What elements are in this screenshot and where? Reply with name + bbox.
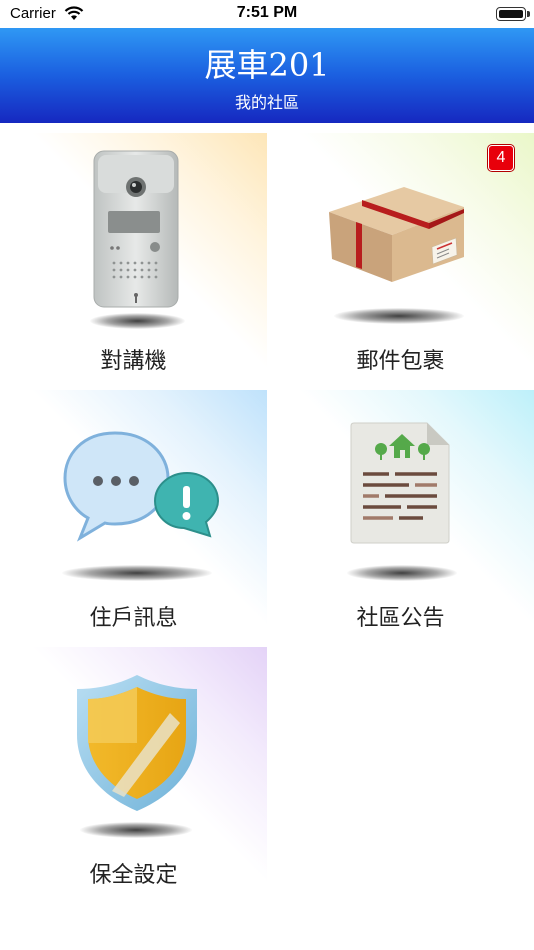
package-icon (329, 187, 464, 282)
intercom-icon (93, 150, 179, 308)
menu-item-community-announcement[interactable]: 社區公告 (267, 390, 534, 647)
shield-icon (77, 675, 197, 811)
announcement-document-icon (350, 422, 450, 544)
page-title: 展車201 (204, 46, 330, 84)
icon-shadow (90, 313, 185, 329)
clock: 7:51 PM (236, 4, 298, 21)
icon-shadow (80, 822, 192, 838)
menu-item-intercom[interactable]: 對講機 (0, 133, 267, 390)
menu-item-label: 保全設定 (89, 863, 178, 888)
menu-item-label: 對講機 (100, 349, 167, 374)
chat-bubbles-icon (63, 431, 220, 542)
notification-badge: 4 (488, 145, 514, 171)
battery-icon (496, 7, 530, 21)
menu-item-label: 住戶訊息 (89, 606, 178, 631)
header: 展車201 我的社區 (0, 28, 534, 123)
menu-item-label: 郵件包裹 (356, 349, 445, 374)
menu-item-security-settings[interactable]: 保全設定 (0, 647, 267, 904)
icon-shadow (62, 565, 212, 581)
icon-shadow (347, 565, 457, 581)
menu-item-resident-messages[interactable]: 住戶訊息 (0, 390, 267, 647)
page-subtitle: 我的社區 (234, 93, 299, 112)
menu-item-package[interactable]: 4 郵件包裹 (267, 133, 534, 390)
menu-item-label: 社區公告 (356, 606, 445, 631)
status-bar: Carrier 7:51 PM (0, 0, 534, 28)
icon-shadow (334, 308, 464, 324)
